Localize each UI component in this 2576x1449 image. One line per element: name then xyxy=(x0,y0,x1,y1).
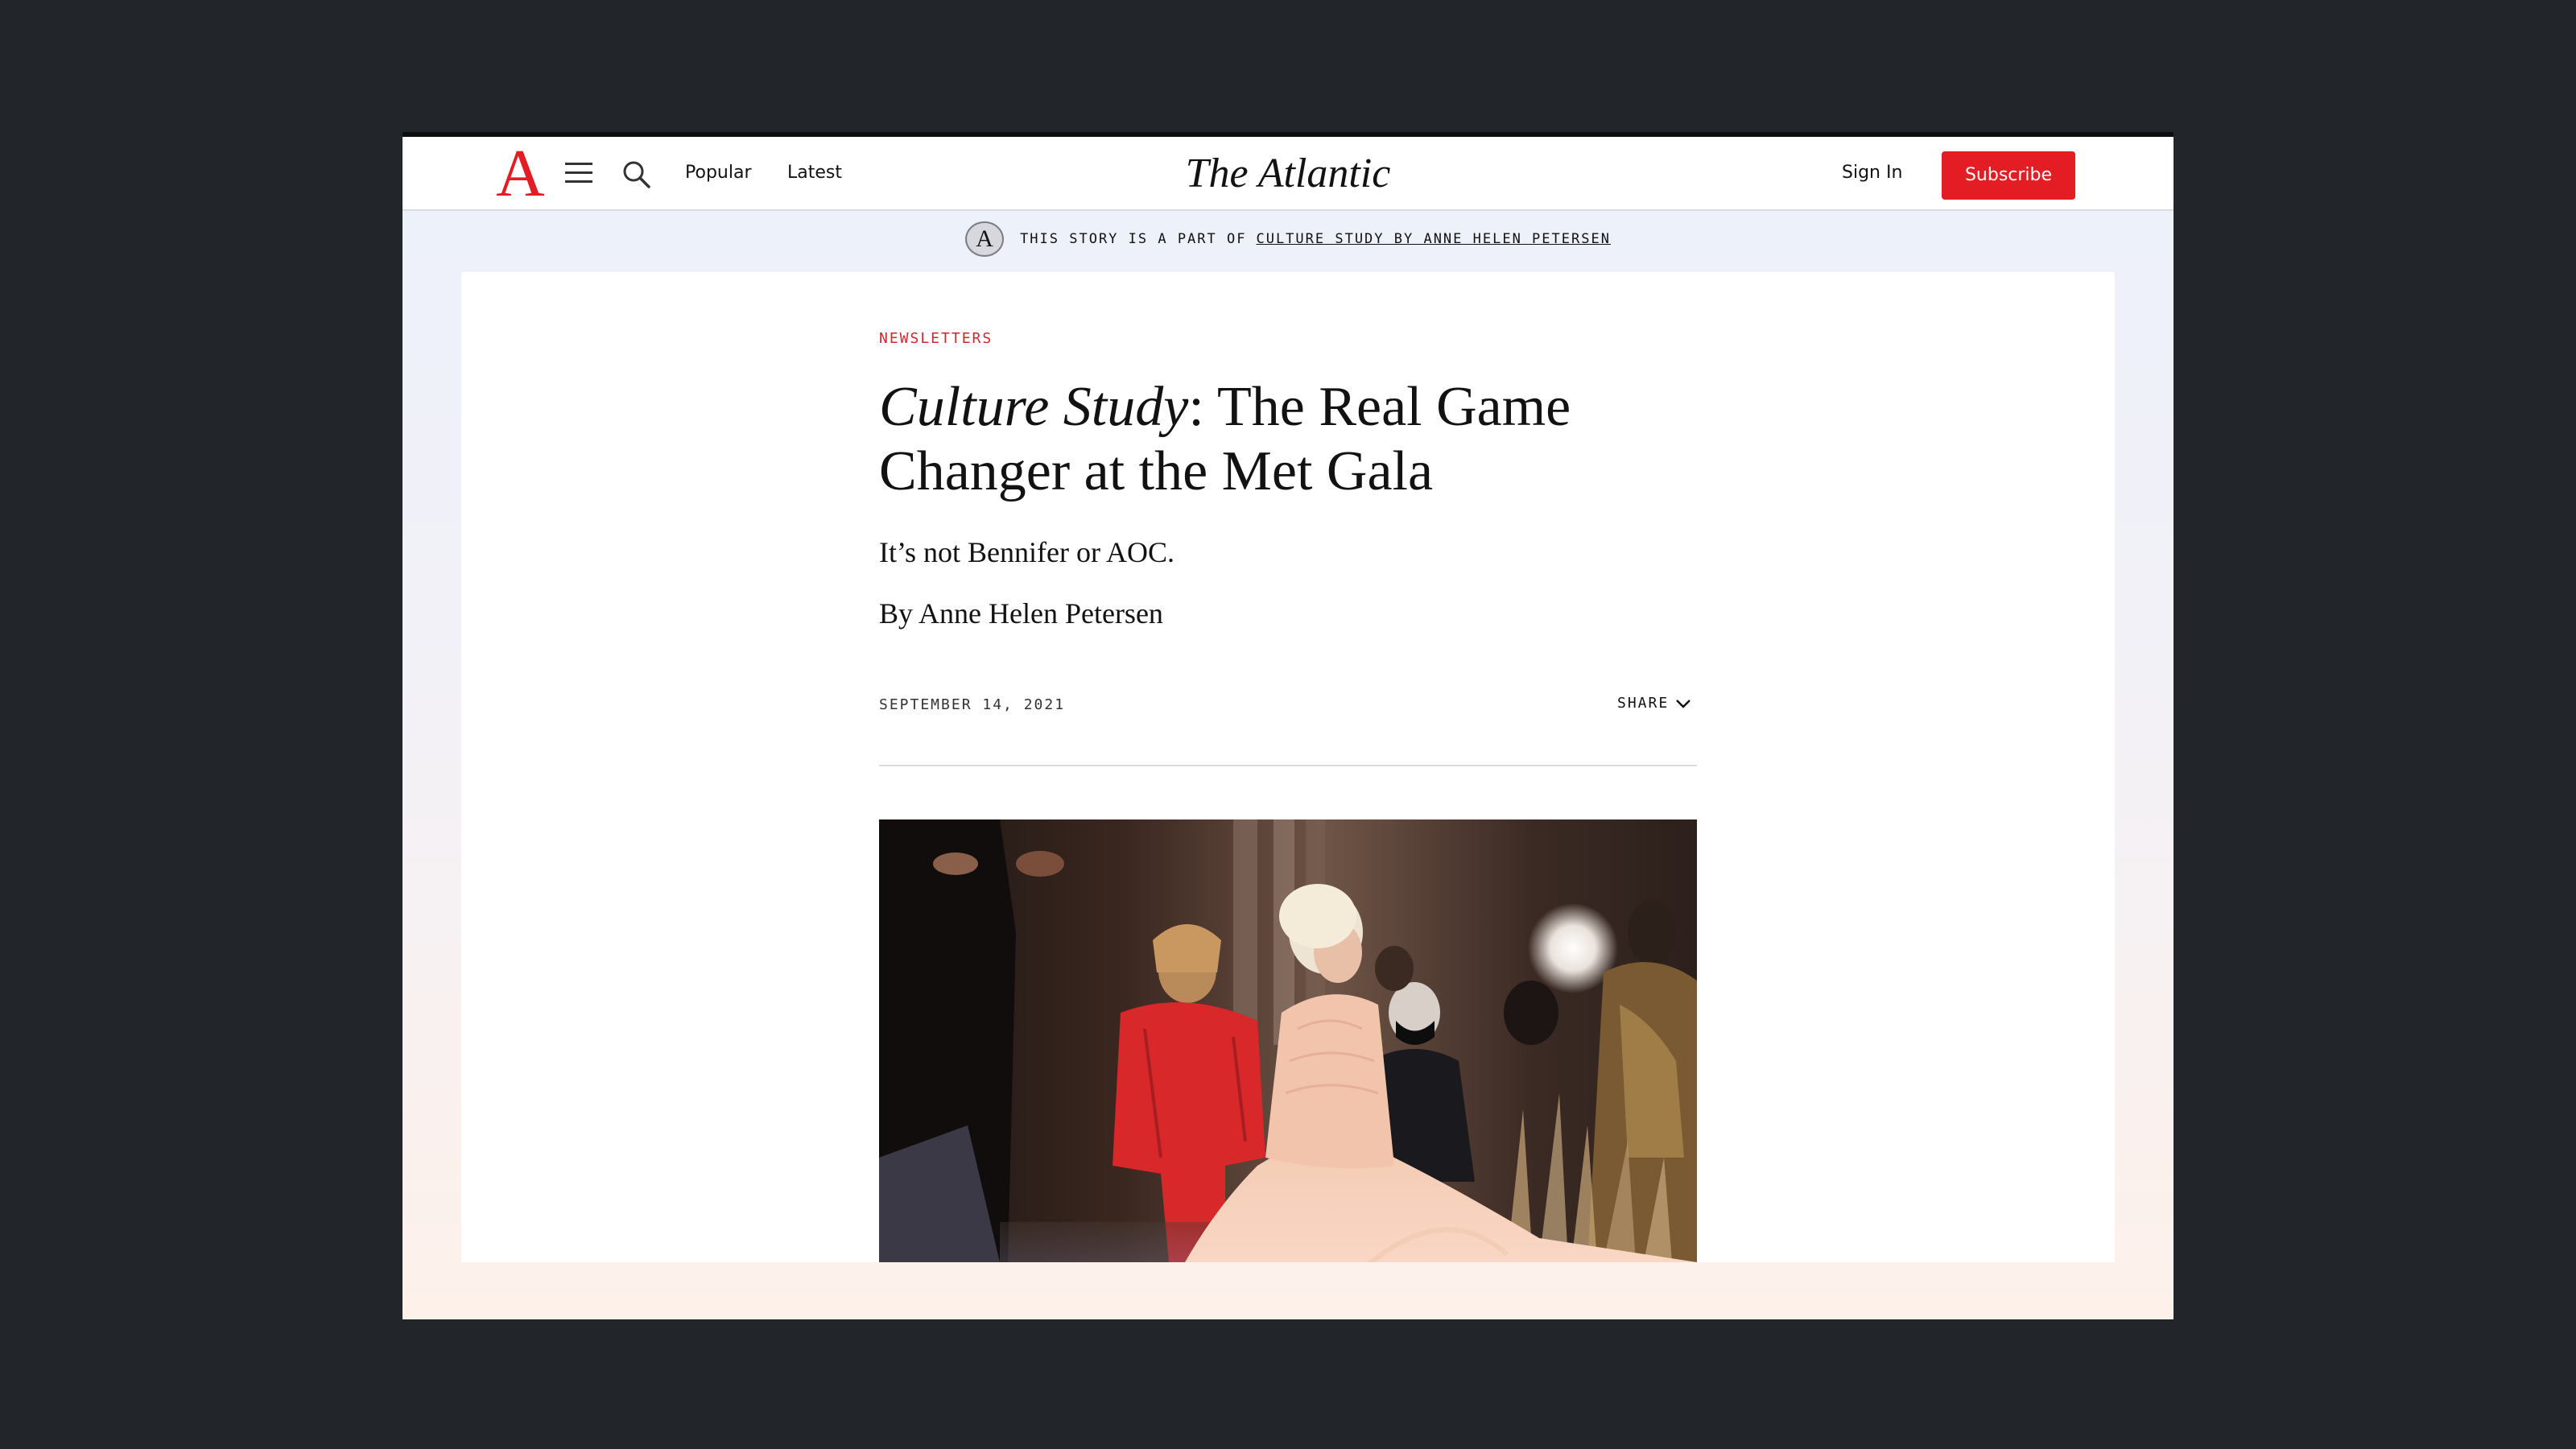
article-card: NEWSLETTERS Culture Study: The Real Game… xyxy=(461,272,2115,1262)
chevron-down-icon xyxy=(1676,700,1691,708)
subscribe-button[interactable]: Subscribe xyxy=(1942,151,2075,200)
lead-image xyxy=(879,819,1697,1262)
section-label[interactable]: NEWSLETTERS xyxy=(879,330,993,347)
publish-date: SEPTEMBER 14, 2021 xyxy=(879,696,1066,713)
author-link[interactable]: Anne Helen Petersen xyxy=(919,597,1163,630)
series-banner: A THIS STORY IS A PART OF CULTURE STUDY … xyxy=(402,221,2174,258)
series-prefix: THIS STORY IS A PART OF xyxy=(1020,231,1247,247)
article-headline: Culture Study: The Real Game Changer at … xyxy=(879,375,1684,504)
series-link[interactable]: CULTURE STUDY BY ANNE HELEN PETERSEN xyxy=(1256,231,1610,247)
met-gala-photo xyxy=(879,819,1697,1262)
site-brand[interactable]: The Atlantic xyxy=(402,150,2174,198)
article-byline: By Anne Helen Petersen xyxy=(879,596,1163,631)
sign-in-link[interactable]: Sign In xyxy=(1842,161,1902,185)
article-dek: It’s not Bennifer or AOC. xyxy=(879,536,1174,568)
headline-italic: Culture Study xyxy=(879,376,1189,438)
series-badge-icon: A xyxy=(965,221,1005,257)
share-label: SHARE xyxy=(1617,695,1670,712)
browser-viewport: A Popular Latest The Atlantic Sign In Su… xyxy=(402,132,2174,1319)
byline-prefix: By xyxy=(879,597,914,630)
divider xyxy=(879,765,1697,766)
share-button[interactable]: SHARE xyxy=(1617,694,1691,713)
site-header: A Popular Latest The Atlantic Sign In Su… xyxy=(402,137,2174,211)
